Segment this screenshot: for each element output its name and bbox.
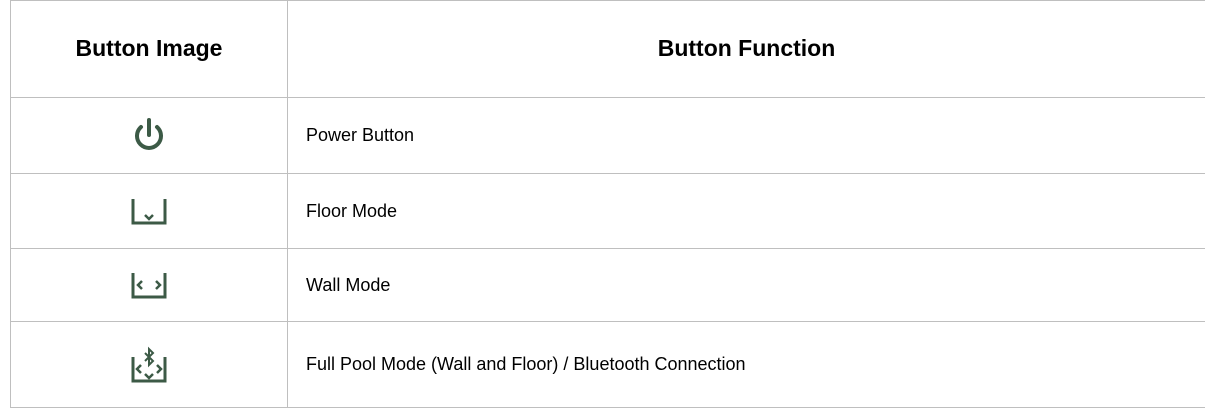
full-pool-mode-icon [131, 346, 167, 382]
function-cell: Power Button [287, 97, 1205, 174]
header-button-function: Button Function [287, 0, 1205, 98]
icon-cell [10, 97, 288, 174]
function-cell: Floor Mode [287, 173, 1205, 249]
wall-mode-icon [131, 273, 167, 299]
icon-cell [10, 321, 288, 408]
button-function-table: Button Image Button Function Power Butto… [10, 0, 1205, 408]
table-row: Power Button [10, 97, 1205, 174]
table-row: Floor Mode [10, 173, 1205, 249]
table-header-row: Button Image Button Function [10, 0, 1205, 98]
table-row: Wall Mode [10, 248, 1205, 322]
table-row: Full Pool Mode (Wall and Floor) / Blueto… [10, 321, 1205, 408]
function-cell: Full Pool Mode (Wall and Floor) / Blueto… [287, 321, 1205, 408]
header-button-image: Button Image [10, 0, 288, 98]
power-icon [135, 117, 163, 150]
icon-cell [10, 248, 288, 322]
floor-mode-icon [131, 199, 167, 225]
function-cell: Wall Mode [287, 248, 1205, 322]
icon-cell [10, 173, 288, 249]
